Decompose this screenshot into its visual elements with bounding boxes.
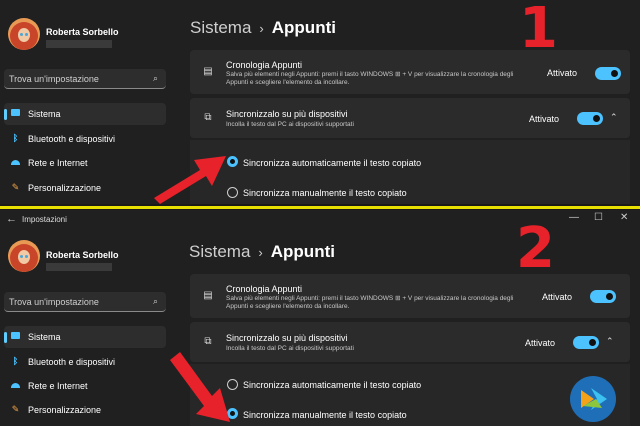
sidebar-item-rete[interactable]: Rete e Internet [4,375,166,397]
sync-card[interactable]: ⧉ Sincronizzalo su più dispositivi Incol… [190,98,630,138]
back-arrow-icon[interactable]: ← [6,213,17,225]
sidebar-item-label: Personalizzazione [28,405,102,415]
screenshot-panel-2: ← Impostazioni — ☐ ✕ Roberta Sorbello Tr… [0,210,640,426]
history-title: Cronologia Appunti [226,60,303,70]
breadcrumb-separator: › [258,245,263,260]
maximize-icon[interactable]: ☐ [594,212,603,223]
sidebar-item-rete[interactable]: Rete e Internet [4,152,166,174]
sync-title: Sincronizzalo su più dispositivi [226,333,348,343]
sidebar-item-label: Bluetooth e dispositivi [28,357,116,367]
sync-state: Attivato [525,338,556,348]
minimize-icon[interactable]: — [569,212,579,223]
monitor-icon [10,331,21,342]
breadcrumb-separator: › [259,21,264,36]
search-input[interactable]: Trova un'impostazione ⌕ [4,69,166,89]
annotation-number-2: 2 [516,216,555,281]
brush-icon: ✎ [11,404,20,414]
user-name: Roberta Sorbello [46,27,119,37]
radio-manual-label[interactable]: Sincronizza manualmente il testo copiato [243,410,407,420]
avatar[interactable] [8,18,40,50]
search-icon[interactable]: ⌕ [153,296,158,307]
sync-description: Incolla il testo dal PC ai dispositivi s… [226,121,354,128]
brush-icon: ✎ [11,182,20,192]
sidebar-item-label: Rete e Internet [28,158,88,168]
close-icon[interactable]: ✕ [620,212,628,223]
sync-card[interactable]: ⧉ Sincronizzalo su più dispositivi Incol… [190,322,630,362]
history-card: ▤ Cronologia Appunti Salva più elementi … [190,50,630,94]
wifi-icon [10,380,21,391]
history-toggle[interactable] [595,67,621,80]
sync-toggle[interactable] [573,336,599,349]
search-icon[interactable]: ⌕ [153,73,158,84]
history-state: Attivato [547,68,578,78]
user-email-redacted [46,263,112,271]
annotation-arrow-1 [154,156,226,204]
divider-line [0,206,640,209]
sync-options: Sincronizza automaticamente il testo cop… [190,140,630,204]
sidebar-item-bluetooth[interactable]: ᛒ Bluetooth e dispositivi [4,351,166,373]
history-state: Attivato [542,292,573,302]
history-description: Salva più elementi negli Appunti: premi … [226,295,514,310]
clipboard-icon: ▤ [203,66,213,77]
sidebar-item-label: Sistema [28,109,61,119]
search-input[interactable]: Trova un'impostazione ⌕ [4,292,166,312]
sidebar-item-label: Bluetooth e dispositivi [28,134,116,144]
sidebar-item-sistema[interactable]: Sistema [4,326,166,348]
radio-auto-label[interactable]: Sincronizza automaticamente il testo cop… [243,158,421,168]
page-title: Appunti [270,242,335,261]
avatar[interactable] [8,240,40,272]
breadcrumb: Sistema › Appunti [190,18,336,38]
search-placeholder: Trova un'impostazione [9,297,99,307]
history-title: Cronologia Appunti [226,284,303,294]
radio-manual-label[interactable]: Sincronizza manualmente il testo copiato [243,188,407,198]
breadcrumb-parent[interactable]: Sistema [189,242,250,261]
sync-device-icon: ⧉ [204,112,212,123]
user-name: Roberta Sorbello [46,250,119,260]
sidebar-item-personalizzazione[interactable]: ✎ Personalizzazione [4,399,166,421]
sync-options: Sincronizza automaticamente il testo cop… [190,364,630,426]
clipboard-icon: ▤ [203,290,213,301]
history-toggle[interactable] [590,290,616,303]
user-email-redacted [46,40,112,48]
bluetooth-icon: ᛒ [12,133,19,143]
radio-auto-label[interactable]: Sincronizza automaticamente il testo cop… [243,380,421,390]
bluetooth-icon: ᛒ [12,356,19,366]
search-placeholder: Trova un'impostazione [9,74,99,84]
annotation-arrow-2 [170,352,230,422]
sync-state: Attivato [529,114,560,124]
sidebar-item-bluetooth[interactable]: ᛒ Bluetooth e dispositivi [4,128,166,150]
sidebar-item-sistema[interactable]: Sistema [4,103,166,125]
history-card: ▤ Cronologia Appunti Salva più elementi … [190,274,630,318]
page-title: Appunti [271,18,336,37]
sidebar-item-label: Rete e Internet [28,381,88,391]
sidebar-item-label: Sistema [28,332,61,342]
breadcrumb: Sistema › Appunti [189,242,335,262]
sidebar-item-label: Personalizzazione [28,183,102,193]
monitor-icon [10,108,21,119]
history-description: Salva più elementi negli Appunti: premi … [226,71,514,86]
sync-description: Incolla il testo dal PC ai dispositivi s… [226,345,354,352]
sync-toggle[interactable] [577,112,603,125]
sync-title: Sincronizzalo su più dispositivi [226,109,348,119]
chevron-up-icon[interactable]: ⌃ [606,336,614,347]
chevron-up-icon[interactable]: ⌃ [610,112,618,123]
active-indicator [4,332,7,343]
screenshot-panel-1: Roberta Sorbello Trova un'impostazione ⌕… [0,0,640,204]
active-indicator [4,109,7,120]
wifi-icon [10,157,21,168]
site-logo [570,376,616,422]
sidebar-item-personalizzazione[interactable]: ✎ Personalizzazione [4,177,166,199]
window-title: Impostazioni [22,215,67,224]
sync-device-icon: ⧉ [204,336,212,347]
breadcrumb-parent[interactable]: Sistema [190,18,251,37]
